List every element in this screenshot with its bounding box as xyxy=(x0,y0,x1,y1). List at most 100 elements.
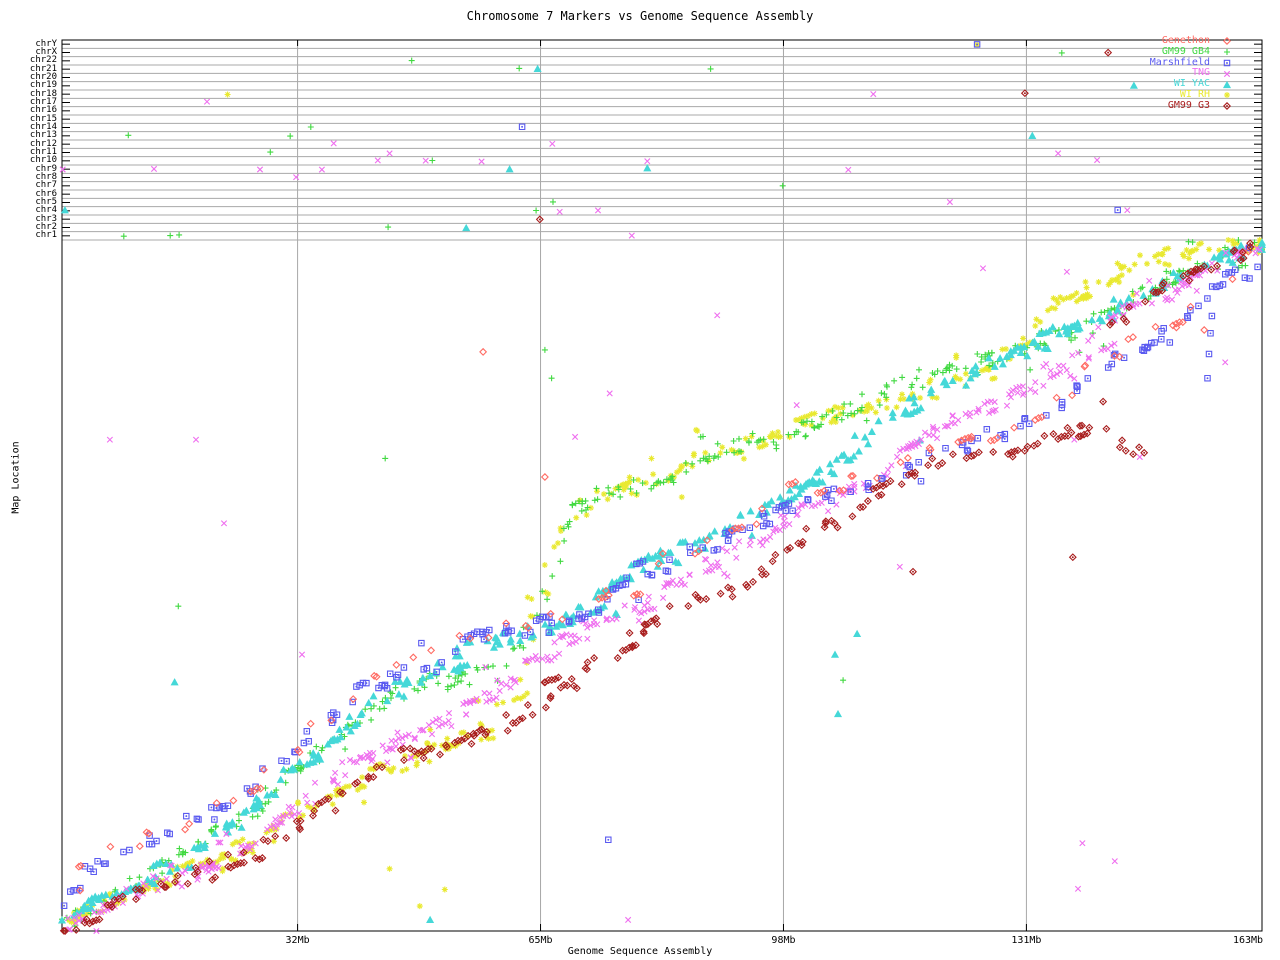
data-point-asterisk xyxy=(493,701,500,708)
data-point-x xyxy=(422,157,429,164)
data-point-square-dot xyxy=(1225,269,1232,276)
data-point-plus xyxy=(254,813,261,820)
data-point-plus xyxy=(451,682,458,688)
data-point-triangle-filled xyxy=(776,493,785,501)
data-point-asterisk xyxy=(1083,284,1090,291)
data-point-asterisk xyxy=(416,903,423,910)
data-point-plus xyxy=(368,705,375,712)
data-point-asterisk xyxy=(828,419,835,426)
data-point-x xyxy=(845,166,852,173)
data-point-asterisk xyxy=(386,865,393,872)
data-point-asterisk xyxy=(678,494,685,501)
data-point-x xyxy=(949,413,956,420)
data-point-x xyxy=(318,166,325,173)
data-point-square-dot xyxy=(400,664,408,671)
data-point-asterisk xyxy=(1118,272,1125,279)
data-point-asterisk xyxy=(811,410,818,417)
data-point-x xyxy=(311,779,319,786)
data-point-triangle-filled xyxy=(279,765,288,773)
x-tick-label: 131Mb xyxy=(1011,935,1042,946)
data-point-asterisk xyxy=(1033,316,1040,323)
data-point-triangle-filled xyxy=(830,650,840,658)
data-point-asterisk xyxy=(224,91,231,98)
data-point-diamond-dot xyxy=(535,215,544,224)
data-point-x xyxy=(967,409,974,416)
data-point-plus xyxy=(891,377,898,384)
data-point-diamond-dot xyxy=(1067,428,1076,437)
data-point-diamond-open xyxy=(409,653,418,662)
data-point-triangle-filled xyxy=(860,433,870,441)
data-point-plus xyxy=(548,375,555,382)
legend-marker-square-dot-icon xyxy=(1220,58,1250,68)
data-point-triangle-filled xyxy=(850,431,859,439)
data-point-plus xyxy=(863,417,870,424)
data-point-asterisk xyxy=(875,397,882,404)
data-point-plus xyxy=(899,374,906,381)
data-point-triangle-filled xyxy=(345,712,354,720)
data-point-plus xyxy=(176,845,183,852)
data-point-triangle-filled xyxy=(1048,322,1057,331)
data-point-diamond-open xyxy=(540,473,549,481)
data-point-asterisk xyxy=(893,404,900,411)
data-point-x xyxy=(715,563,723,571)
data-point-square-dot xyxy=(1222,270,1229,278)
data-point-square-dot xyxy=(1204,295,1211,302)
data-point-x xyxy=(1063,268,1070,275)
data-point-diamond-dot xyxy=(909,567,917,576)
data-point-asterisk xyxy=(604,496,611,503)
data-point-diamond-dot xyxy=(749,577,757,586)
data-point-asterisk xyxy=(359,774,366,781)
data-point-asterisk xyxy=(1082,278,1089,285)
data-point-triangle-filled xyxy=(533,64,542,73)
data-point-asterisk xyxy=(832,413,839,420)
data-point-asterisk xyxy=(1050,295,1057,302)
data-point-plus xyxy=(974,351,981,357)
data-point-x xyxy=(576,635,583,642)
data-point-triangle-filled xyxy=(1095,314,1104,322)
legend-item-wi-rh: WI RH xyxy=(1036,89,1250,101)
data-point-asterisk xyxy=(1003,346,1009,352)
data-point-x xyxy=(1074,885,1082,892)
data-point-x xyxy=(394,729,401,736)
data-point-asterisk xyxy=(441,886,448,893)
data-point-diamond-dot xyxy=(467,739,476,748)
data-point-plus xyxy=(773,445,780,452)
data-point-x xyxy=(733,554,740,561)
data-point-diamond-dot xyxy=(886,477,895,486)
data-point-x xyxy=(556,650,563,657)
legend-marker-plus-icon xyxy=(1220,47,1250,57)
data-point-x xyxy=(955,417,962,424)
data-point-plus xyxy=(779,182,786,189)
data-point-diamond-dot xyxy=(502,711,511,719)
data-point-asterisk xyxy=(1055,300,1062,306)
data-point-diamond-dot xyxy=(1020,89,1029,98)
data-point-diamond-dot xyxy=(1068,553,1077,562)
data-point-x xyxy=(1148,300,1155,307)
data-point-triangle-filled xyxy=(173,864,182,872)
data-point-triangle-filled xyxy=(643,164,652,172)
data-point-diamond-dot xyxy=(863,497,872,505)
y-axis-label: Map Location xyxy=(10,441,22,514)
data-point-triangle-filled xyxy=(483,636,492,645)
data-point-plus xyxy=(511,645,518,652)
data-point-x xyxy=(786,521,793,528)
data-point-diamond-dot xyxy=(503,726,512,735)
data-point-triangle-filled xyxy=(671,557,680,565)
data-point-plus xyxy=(1242,262,1249,269)
data-point-triangle-filled xyxy=(1210,253,1219,261)
data-point-square-dot xyxy=(353,683,360,690)
data-point-x xyxy=(636,609,643,616)
data-point-diamond-dot xyxy=(541,703,550,712)
data-point-square-dot xyxy=(974,434,982,442)
data-point-plus xyxy=(175,603,182,610)
legend-marker-x-icon xyxy=(1220,69,1250,79)
data-point-plus xyxy=(840,677,847,684)
data-point-x xyxy=(591,617,598,624)
data-point-x xyxy=(556,208,563,215)
data-point-square-dot xyxy=(1254,263,1261,271)
data-point-x xyxy=(793,402,800,409)
data-point-plus xyxy=(1083,318,1090,325)
legend-item-gm99-gb4: GM99 GB4 xyxy=(1036,46,1250,58)
data-point-diamond-dot xyxy=(874,491,883,500)
data-point-asterisk xyxy=(228,856,235,863)
